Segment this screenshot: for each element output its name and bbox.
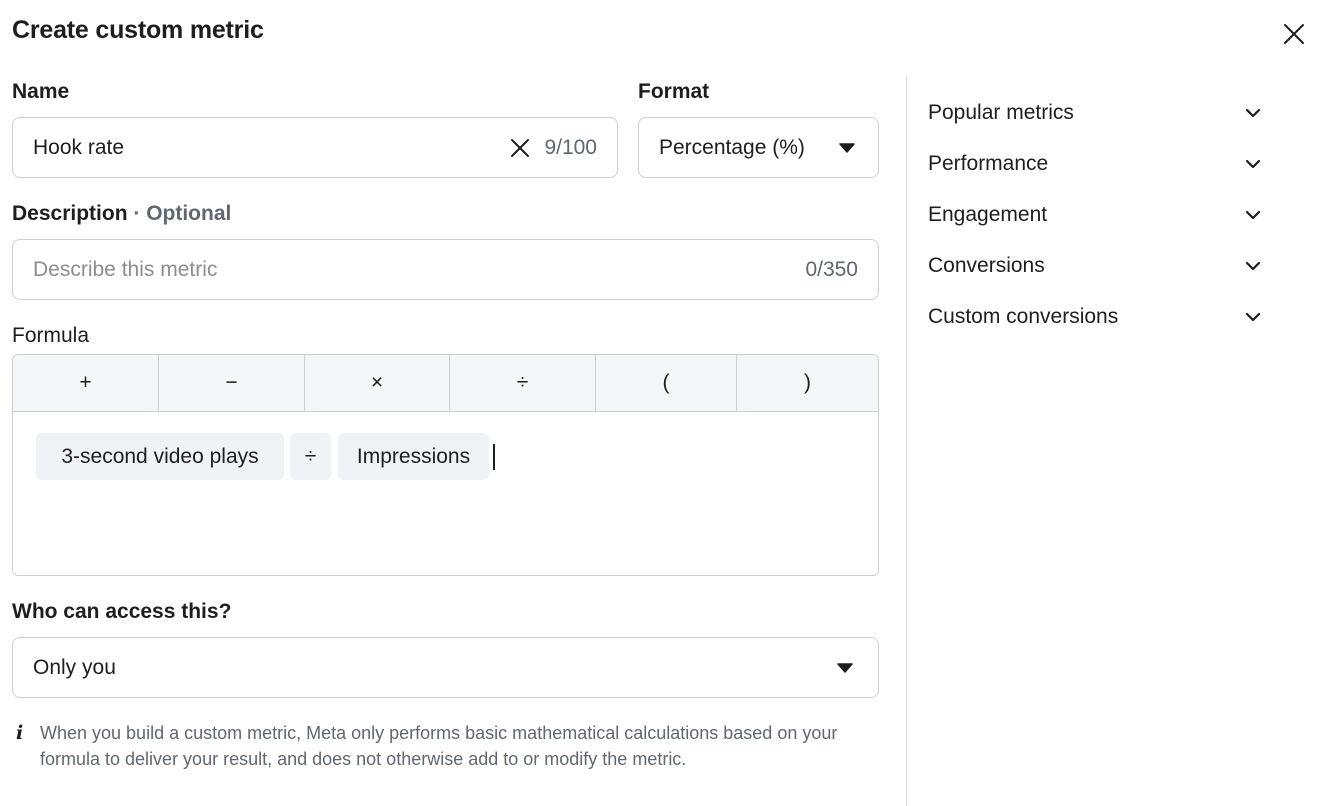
name-char-counter: 9/100 [544, 135, 597, 159]
format-select[interactable]: Percentage (%) [638, 117, 879, 178]
name-value[interactable]: Hook rate [13, 136, 506, 160]
chevron-down-icon [1243, 205, 1263, 225]
text-cursor [493, 444, 495, 470]
close-button[interactable] [1276, 16, 1312, 52]
close-icon [1284, 24, 1304, 44]
description-input[interactable]: Describe this metric 0/350 [12, 239, 879, 300]
formula-editor: + − × ÷ ( ) 3-second video plays ÷ Impre… [12, 354, 879, 576]
access-label: Who can access this? [12, 600, 232, 623]
chevron-down-icon [1243, 154, 1263, 174]
sidebar-item-label: Engagement [928, 203, 1048, 226]
description-placeholder: Describe this metric [33, 257, 218, 281]
multiply-button[interactable]: × [305, 355, 450, 411]
chevron-down-icon [1243, 256, 1263, 276]
formula-label: Formula [12, 324, 90, 347]
sidebar-item-custom-conversions[interactable]: Custom conversions [928, 297, 1273, 337]
sidebar-item-label: Conversions [928, 254, 1045, 277]
sidebar-item-engagement[interactable]: Engagement [928, 195, 1273, 235]
close-paren-button[interactable]: ) [737, 355, 878, 411]
chevron-down-icon [1243, 307, 1263, 327]
caret-down-icon [838, 139, 856, 157]
divider [906, 76, 907, 806]
info-icon: i [16, 722, 24, 744]
chevron-down-icon [1243, 103, 1263, 123]
formula-token-metric[interactable]: Impressions [338, 433, 489, 480]
access-value: Only you [33, 655, 116, 679]
description-char-counter: 0/350 [805, 257, 858, 281]
format-value: Percentage (%) [659, 135, 805, 159]
formula-token-metric[interactable]: 3-second video plays [36, 433, 284, 480]
sidebar-item-label: Performance [928, 152, 1049, 175]
info-text: When you build a custom metric, Meta onl… [40, 723, 838, 769]
plus-button[interactable]: + [13, 355, 159, 411]
sidebar-item-performance[interactable]: Performance [928, 144, 1273, 184]
formula-input[interactable]: 3-second video plays ÷ Impressions [13, 412, 878, 575]
name-input[interactable]: Hook rate 9/100 [12, 117, 618, 178]
divide-button[interactable]: ÷ [450, 355, 596, 411]
formula-token-operator[interactable]: ÷ [290, 433, 331, 480]
open-paren-button[interactable]: ( [596, 355, 737, 411]
minus-button[interactable]: − [159, 355, 305, 411]
name-label: Name [12, 80, 70, 103]
sidebar-item-conversions[interactable]: Conversions [928, 246, 1273, 286]
operator-toolbar: + − × ÷ ( ) [13, 355, 878, 412]
description-label: Description · Optional [12, 202, 232, 225]
optional-tag: · Optional [127, 202, 232, 225]
dialog-title: Create custom metric [12, 16, 264, 44]
clear-name-button[interactable] [506, 134, 534, 162]
clear-icon [511, 138, 530, 157]
caret-down-icon [836, 659, 854, 677]
access-select[interactable]: Only you [12, 637, 879, 698]
sidebar-item-label: Custom conversions [928, 305, 1119, 328]
sidebar-item-label: Popular metrics [928, 101, 1074, 124]
info-note: i When you build a custom metric, Meta o… [16, 720, 886, 772]
sidebar-item-popular-metrics[interactable]: Popular metrics [928, 93, 1273, 133]
format-label: Format [638, 80, 710, 103]
